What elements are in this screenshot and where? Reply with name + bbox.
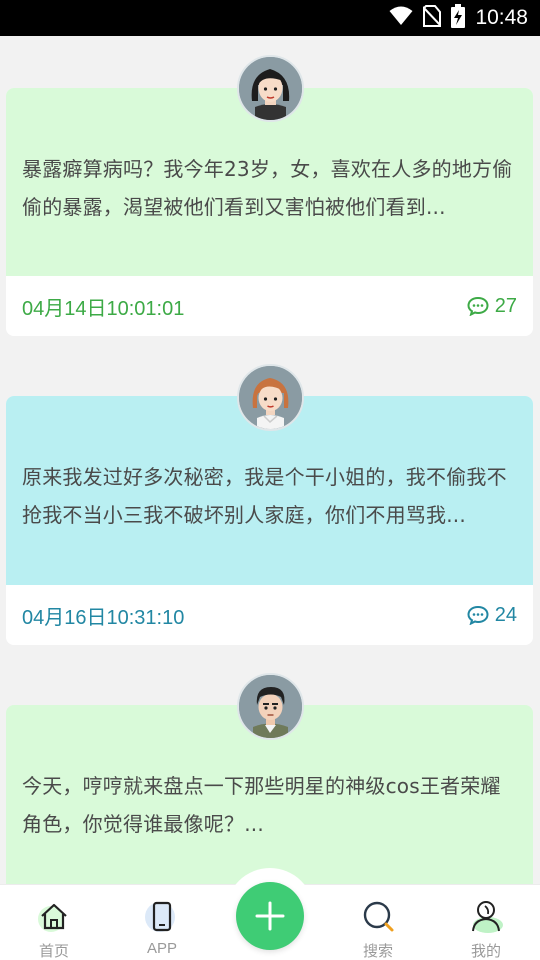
post-feed[interactable]: 暴露癖算病吗？我今年23岁，女，喜欢在人多的地方偷偷的暴露，渴望被他们看到又害怕…	[0, 36, 540, 884]
man-avatar-icon	[239, 675, 302, 738]
avatar[interactable]	[237, 364, 304, 431]
nav-item-search[interactable]: 搜索	[324, 885, 432, 960]
nav-label: 首页	[38, 943, 69, 960]
nav-item-mine[interactable]: 我的	[432, 885, 540, 960]
nav-label: 搜索	[362, 943, 393, 960]
avatar[interactable]	[237, 673, 304, 740]
post-card[interactable]: 原来我发过好多次秘密，我是个干小姐的，我不偷我不抢我不当小三我不破坏别人家庭，你…	[6, 396, 533, 645]
nav-item-home[interactable]: 首页	[0, 885, 108, 960]
post-card[interactable]: 暴露癖算病吗？我今年23岁，女，喜欢在人多的地方偷偷的暴露，渴望被他们看到又害怕…	[6, 88, 533, 336]
comment-count-value: 24	[494, 603, 517, 626]
new-post-button[interactable]	[236, 882, 304, 950]
comment-bubble-icon	[467, 296, 489, 316]
girl-avatar-icon	[239, 366, 302, 429]
battery-charging-icon	[451, 3, 466, 33]
comment-bubble-icon	[467, 605, 489, 625]
nav-label: APP	[146, 940, 177, 957]
wifi-icon	[389, 6, 413, 31]
search-icon	[358, 897, 398, 937]
status-time: 10:48	[475, 6, 528, 29]
user-profile-icon	[466, 897, 506, 937]
comment-count[interactable]: 27	[467, 295, 517, 318]
no-sim-icon	[422, 4, 443, 32]
phone-icon	[142, 897, 182, 937]
home-icon	[34, 897, 74, 937]
nav-label: 我的	[470, 943, 501, 960]
nav-item-app[interactable]: APP	[108, 885, 216, 960]
plus-icon	[255, 901, 285, 931]
woman-avatar-icon	[239, 57, 302, 120]
post-text: 暴露癖算病吗？我今年23岁，女，喜欢在人多的地方偷偷的暴露，渴望被他们看到又害怕…	[22, 157, 513, 219]
post-text: 原来我发过好多次秘密，我是个干小姐的，我不偷我不抢我不当小三我不破坏别人家庭，你…	[22, 465, 507, 527]
status-icons: 10:48	[389, 0, 528, 36]
post-text: 今天，哼哼就来盘点一下那些明星的神级cos王者荣耀角色，你觉得谁最像呢？...	[22, 774, 501, 836]
post-meta: 04月16日10:31:10 24	[6, 585, 533, 645]
post-date: 04月16日10:31:10	[22, 606, 185, 629]
status-bar: 10:48	[0, 0, 540, 36]
avatar[interactable]	[237, 55, 304, 122]
post-meta: 04月14日10:01:01 27	[6, 276, 533, 336]
post-date: 04月14日10:01:01	[22, 297, 185, 320]
comment-count[interactable]: 24	[467, 604, 517, 627]
comment-count-value: 27	[494, 294, 517, 317]
